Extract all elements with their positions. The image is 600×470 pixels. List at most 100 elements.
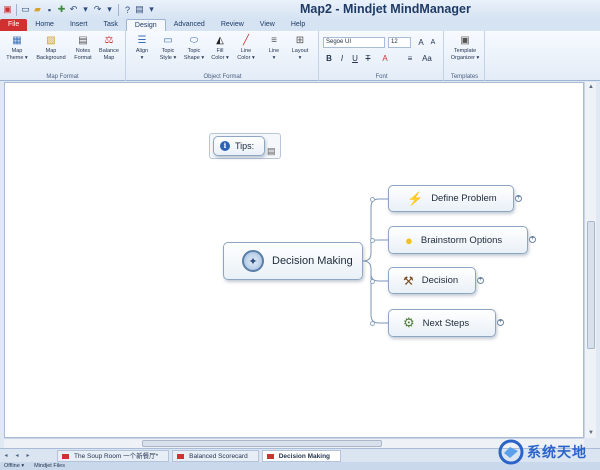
shrink-font-icon[interactable]: A	[428, 37, 438, 48]
vertical-scrollbar[interactable]: ▲ ▼	[584, 82, 596, 438]
dropdown-icon[interactable]: ▾	[104, 3, 115, 16]
subtopic-next-steps[interactable]: ⚙ Next Steps	[388, 309, 496, 337]
map-theme-label: Map Theme ▾	[6, 48, 28, 61]
map-icon[interactable]: ✚	[56, 3, 67, 16]
subtopic-decision[interactable]: ⚒ Decision	[388, 267, 476, 294]
theme-icon: ▦	[12, 35, 22, 46]
map-theme-button[interactable]: ▦ Map Theme ▾	[4, 34, 30, 61]
font-family-select[interactable]: Segoe UI	[323, 37, 385, 48]
group-label: Object Format	[203, 74, 242, 80]
customize-icon[interactable]: ▾	[146, 3, 157, 16]
fill-color-icon: ◭	[216, 35, 224, 46]
bold-icon[interactable]: B	[324, 53, 334, 64]
tab-prev-icon[interactable]: ◂	[13, 452, 21, 459]
fill-color-button[interactable]: ◭ Fill Color ▾	[207, 34, 233, 61]
info-icon: i	[220, 141, 230, 151]
tab-task[interactable]: Task	[95, 19, 125, 31]
underline-icon[interactable]: U	[350, 53, 360, 64]
print-icon[interactable]: ▤	[134, 3, 145, 16]
italic-icon[interactable]: I	[337, 53, 347, 64]
ribbon-tabs: File Home Insert Task Design Advanced Re…	[0, 19, 600, 31]
align-text-icon[interactable]: ≡	[405, 53, 415, 64]
case-icon[interactable]: Aa	[422, 53, 432, 64]
line-color-button[interactable]: ╱ Line Color ▾	[233, 34, 259, 61]
topic-style-label: Topic Style ▾	[159, 48, 177, 61]
undo-icon[interactable]: ↶	[68, 3, 79, 16]
document-tab-active[interactable]: Decision Making	[261, 449, 342, 462]
map-canvas[interactable]: i Tips: ▤ ✦ Decision Making ⚡ Define Pro…	[4, 82, 584, 438]
connector-dot	[370, 197, 375, 202]
font-color-icon[interactable]: A	[380, 53, 390, 64]
lightbulb-icon: ●	[405, 232, 413, 248]
map-background-label: Map Background	[36, 48, 66, 61]
align-button[interactable]: ☰ Align ▾	[129, 34, 155, 61]
tab-home[interactable]: Home	[27, 19, 62, 31]
align-icon: ☰	[137, 35, 147, 46]
layout-button[interactable]: ⊞ Layout ▾	[287, 34, 313, 61]
topic-shape-label: Topic Shape ▾	[183, 48, 205, 61]
topic-style-button[interactable]: ▭ Topic Style ▾	[155, 34, 181, 61]
redo-icon[interactable]: ↷	[92, 3, 103, 16]
subtopic-label: Decision	[421, 275, 459, 286]
vertical-scroll-thumb[interactable]	[587, 221, 595, 349]
map-background-button[interactable]: ▧ Map Background	[34, 34, 68, 61]
tab-file[interactable]: File	[0, 19, 28, 31]
balance-map-button[interactable]: ⚖ Balance Map	[96, 34, 122, 61]
line-color-label: Line Color ▾	[237, 48, 255, 61]
horizontal-scrollbar[interactable]	[4, 438, 584, 448]
new-icon[interactable]: ▭	[20, 3, 31, 16]
notes-format-button[interactable]: ▤ Notes Format	[70, 34, 96, 61]
notes-icon: ▤	[78, 35, 88, 46]
compass-icon: ✦	[242, 250, 264, 272]
template-organizer-button[interactable]: ▣ Template Organizer ▾	[447, 34, 483, 61]
line-button[interactable]: ≡ Line ▾	[261, 34, 287, 61]
balance-icon: ⚖	[104, 35, 114, 46]
document-tab[interactable]: Balanced Scorecard	[172, 449, 259, 462]
app-menu-icon[interactable]: ▣	[2, 3, 13, 16]
tab-insert[interactable]: Insert	[62, 19, 96, 31]
offline-status[interactable]: Offline ▾	[4, 463, 24, 469]
notes-format-label: Notes Format	[74, 48, 92, 61]
notes-icon[interactable]: ▤	[267, 146, 276, 157]
tab-first-icon[interactable]: ◂	[2, 452, 10, 459]
subtopic-define-problem[interactable]: ⚡ Define Problem	[388, 185, 514, 212]
help-icon[interactable]: ?	[122, 3, 133, 16]
layout-label: Layout ▾	[291, 48, 309, 61]
tab-view[interactable]: View	[252, 19, 283, 31]
line-icon: ≡	[271, 35, 277, 46]
connector-dot	[370, 321, 375, 326]
topic-style-icon: ▭	[163, 35, 173, 46]
dropdown-icon[interactable]: ▾	[80, 3, 91, 16]
expand-icon[interactable]: +	[515, 195, 522, 202]
tab-next-icon[interactable]: ▸	[24, 452, 32, 459]
font-size-select[interactable]: 12	[388, 37, 411, 48]
floating-topic-label: Tips:	[235, 141, 255, 151]
tab-advanced[interactable]: Advanced	[166, 19, 213, 31]
document-tab[interactable]: The Soup Room 一个新餐厅*	[57, 449, 170, 462]
strikethrough-icon[interactable]: T	[363, 53, 373, 64]
expand-icon[interactable]: +	[477, 277, 484, 284]
tab-review[interactable]: Review	[213, 19, 252, 31]
grow-font-icon[interactable]: A	[416, 37, 426, 48]
align-label: Align ▾	[135, 48, 149, 61]
tab-help[interactable]: Help	[283, 19, 313, 31]
topic-shape-icon: ⬭	[189, 35, 199, 46]
tab-design[interactable]: Design	[125, 19, 166, 31]
gears-icon: ⚙	[403, 315, 415, 330]
horizontal-scroll-thumb[interactable]	[142, 440, 382, 447]
expand-icon[interactable]: +	[497, 319, 504, 326]
line-label: Line ▾	[268, 48, 280, 61]
templates-group: ▣ Template Organizer ▾ Templates	[445, 31, 485, 81]
topic-shape-button[interactable]: ⬭ Topic Shape ▾	[181, 34, 207, 61]
floating-topic[interactable]: i Tips:	[213, 136, 265, 156]
central-topic[interactable]: ✦ Decision Making	[223, 242, 363, 280]
open-icon[interactable]: ▰	[32, 3, 43, 16]
layout-icon: ⊞	[295, 35, 305, 46]
mindjet-files[interactable]: Mindjet Files	[34, 463, 65, 469]
scroll-up-icon[interactable]: ▲	[585, 82, 597, 92]
expand-icon[interactable]: +	[529, 236, 536, 243]
subtopic-brainstorm-options[interactable]: ● Brainstorm Options	[388, 226, 528, 254]
save-icon[interactable]: ▪	[44, 3, 55, 16]
subtopic-label: Define Problem	[431, 193, 497, 204]
line-color-icon: ╱	[242, 35, 250, 46]
